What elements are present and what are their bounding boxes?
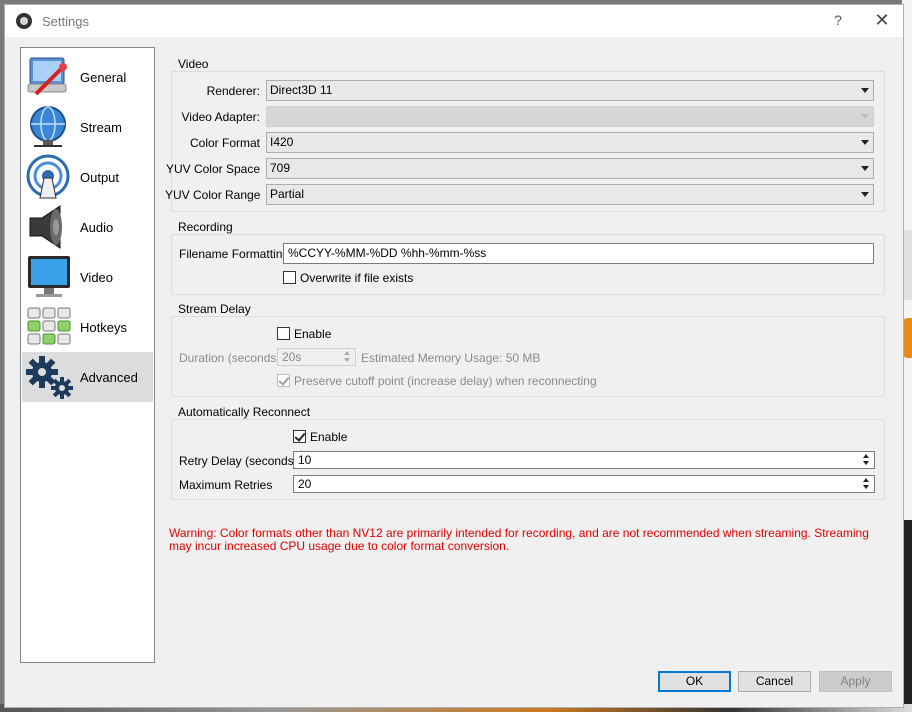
sidebar-item-hotkeys[interactable]: Hotkeys	[22, 302, 153, 352]
sidebar-item-label: General	[80, 69, 127, 85]
apply-button[interactable]: Apply	[819, 671, 892, 692]
color-format-value: I420	[270, 135, 294, 149]
color-format-warning: Warning: Color formats other than NV12 a…	[169, 526, 869, 553]
maximum-retries-spinbox[interactable]: 20	[293, 475, 875, 493]
duration-label: Duration (seconds)	[179, 351, 281, 365]
sidebar-item-label: Video	[80, 269, 114, 285]
yuv-color-space-label: YUV Color Space	[165, 162, 260, 176]
chevron-down-icon	[861, 192, 869, 197]
close-button[interactable]: ✕	[873, 10, 891, 31]
filename-formatting-input[interactable]: %CCYY-%MM-%DD %hh-%mm-%ss	[283, 243, 874, 264]
retry-delay-label: Retry Delay (seconds)	[179, 454, 298, 468]
estimated-memory-label: Estimated Memory Usage: 50 MB	[361, 351, 541, 365]
sidebar-item-label: Audio	[80, 219, 114, 235]
reconnect-enable-label: Enable	[310, 430, 348, 444]
spin-buttons[interactable]	[342, 350, 354, 364]
preserve-cutoff-label: Preserve cutoff point (increase delay) w…	[294, 374, 597, 388]
stream-delay-group-title: Stream Delay	[178, 302, 251, 316]
spin-down-icon[interactable]	[344, 358, 350, 362]
retry-delay-value: 10	[298, 453, 312, 467]
sidebar-item-label: Hotkeys	[80, 319, 127, 335]
maximum-retries-label: Maximum Retries	[179, 478, 273, 492]
overwrite-checkbox[interactable]	[283, 271, 296, 284]
audio-speaker-icon	[26, 204, 74, 250]
spin-up-icon[interactable]	[863, 454, 869, 458]
stream-delay-enable-label: Enable	[294, 327, 332, 341]
hotkeys-keyboard-icon	[26, 304, 74, 350]
duration-value: 20s	[282, 350, 302, 364]
reconnect-group-title: Automatically Reconnect	[178, 405, 311, 419]
spin-buttons[interactable]	[861, 477, 873, 491]
yuv-color-space-value: 709	[270, 161, 291, 175]
video-monitor-icon	[26, 254, 74, 300]
help-button[interactable]: ?	[831, 12, 845, 28]
color-format-select[interactable]: I420	[266, 132, 874, 153]
sidebar-item-label: Advanced	[80, 369, 138, 385]
chevron-down-icon	[861, 88, 869, 93]
spin-down-icon[interactable]	[863, 461, 869, 465]
yuv-color-range-value: Partial	[270, 187, 305, 201]
settings-sidebar: General Stream Output Audio Video Hotkey…	[20, 47, 155, 663]
sidebar-item-output[interactable]: Output	[22, 152, 153, 202]
video-adapter-select[interactable]	[266, 106, 874, 127]
video-group-title: Video	[178, 57, 209, 71]
chevron-down-icon	[861, 114, 869, 119]
filename-formatting-label: Filename Formatting	[179, 247, 290, 261]
spin-down-icon[interactable]	[863, 485, 869, 489]
sidebar-item-label: Output	[80, 169, 120, 185]
retry-delay-spinbox[interactable]: 10	[293, 451, 875, 469]
spin-up-icon[interactable]	[863, 478, 869, 482]
advanced-gears-icon	[26, 354, 74, 400]
renderer-label: Renderer:	[206, 84, 260, 98]
chevron-down-icon	[861, 140, 869, 145]
renderer-value: Direct3D 11	[270, 83, 333, 97]
spin-up-icon[interactable]	[344, 351, 350, 355]
general-icon	[26, 54, 74, 100]
overwrite-label: Overwrite if file exists	[300, 271, 414, 285]
video-adapter-label: Video Adapter:	[181, 110, 260, 124]
ok-button[interactable]: OK	[658, 671, 731, 692]
stream-delay-enable-checkbox[interactable]	[277, 327, 290, 340]
sidebar-item-audio[interactable]: Audio	[22, 202, 153, 252]
color-format-label: Color Format	[189, 136, 260, 150]
yuv-color-range-label: YUV Color Range	[165, 188, 261, 202]
stream-globe-icon	[26, 104, 74, 150]
output-broadcast-icon	[26, 154, 74, 200]
sidebar-item-stream[interactable]: Stream	[22, 102, 153, 152]
cancel-button[interactable]: Cancel	[738, 671, 811, 692]
settings-window: Settings ? ✕ General Stream Output Audio…	[4, 4, 904, 708]
yuv-color-space-select[interactable]: 709	[266, 158, 874, 179]
obs-app-icon	[16, 13, 32, 29]
sidebar-item-label: Stream	[80, 119, 122, 135]
maximum-retries-value: 20	[298, 477, 312, 491]
title-bar[interactable]: Settings ? ✕	[5, 5, 903, 37]
sidebar-item-advanced[interactable]: Advanced	[22, 352, 153, 402]
reconnect-enable-checkbox[interactable]	[293, 430, 306, 443]
window-title: Settings	[42, 13, 89, 29]
duration-spinbox[interactable]: 20s	[277, 348, 356, 366]
chevron-down-icon	[861, 166, 869, 171]
sidebar-item-general[interactable]: General	[22, 52, 153, 102]
sidebar-item-video[interactable]: Video	[22, 252, 153, 302]
renderer-select[interactable]: Direct3D 11	[266, 80, 874, 101]
spin-buttons[interactable]	[861, 453, 873, 467]
recording-group-title: Recording	[178, 220, 233, 234]
preserve-cutoff-checkbox[interactable]	[277, 374, 290, 387]
yuv-color-range-select[interactable]: Partial	[266, 184, 874, 205]
